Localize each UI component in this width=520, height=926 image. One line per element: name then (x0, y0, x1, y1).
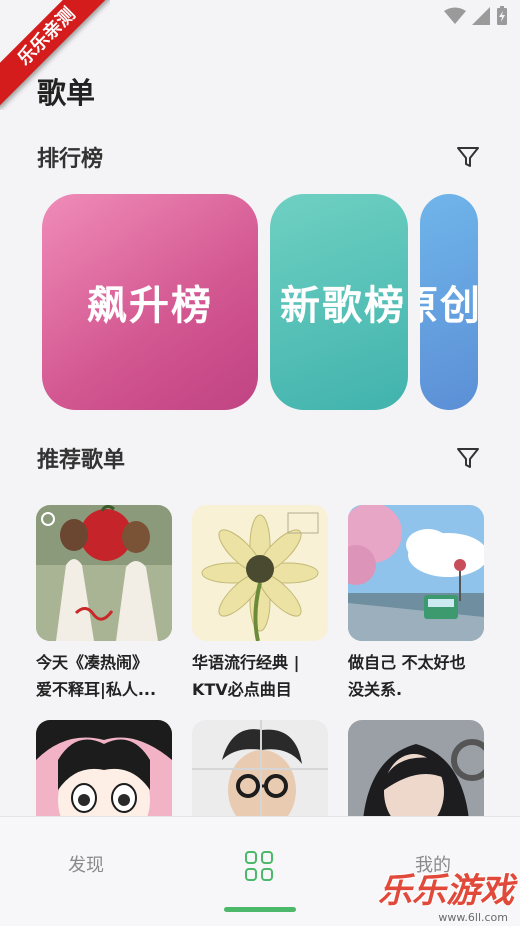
watermark-logo: 乐乐游戏 (378, 871, 514, 911)
recommend-title: 推荐歌单 (37, 448, 126, 473)
corner-ribbon: 乐乐亲测 (0, 0, 110, 110)
wifi-icon (444, 7, 466, 29)
signal-icon (472, 7, 490, 29)
playlist-cover (36, 505, 172, 641)
active-tab-indicator (224, 907, 296, 912)
playlist-cover (348, 505, 484, 641)
ranking-filter-icon[interactable] (453, 142, 483, 172)
playlist-name: 做自己 不太好也 没关系. (348, 653, 466, 699)
tab-discover[interactable]: 发现 (68, 851, 104, 877)
tab-playlists-grid-icon[interactable] (245, 851, 275, 881)
battery-icon (496, 6, 508, 30)
watermark-url: www.6ll.com (438, 911, 508, 924)
ranking-card-new-songs[interactable]: 新歌榜 (270, 194, 408, 410)
recommend-header: 推荐歌单 (37, 441, 483, 475)
playlist-card[interactable]: 华语流行经典 | KTV必点曲目 (192, 505, 328, 703)
playlist-cover (192, 505, 328, 641)
ribbon-text: 乐乐亲测 (0, 0, 110, 108)
ranking-card-label: 新歌榜 (280, 283, 406, 329)
ranking-header: 排行榜 (37, 140, 483, 174)
ranking-card-label: 原创 (420, 283, 478, 329)
ranking-title: 排行榜 (37, 147, 104, 172)
playlist-name: 华语流行经典 | KTV必点曲目 (192, 653, 300, 699)
ranking-card-original[interactable]: 原创 (420, 194, 478, 410)
playlist-card[interactable]: 做自己 不太好也 没关系. (348, 505, 484, 703)
recommend-filter-icon[interactable] (453, 443, 483, 473)
playlist-name: 今天《凑热闹》 爱不释耳|私人... (36, 653, 157, 699)
ranking-card-label: 飙升榜 (87, 283, 213, 329)
ranking-card-soaring[interactable]: 飙升榜 (42, 194, 258, 410)
playlist-card[interactable]: 今天《凑热闹》 爱不释耳|私人... (36, 505, 172, 703)
